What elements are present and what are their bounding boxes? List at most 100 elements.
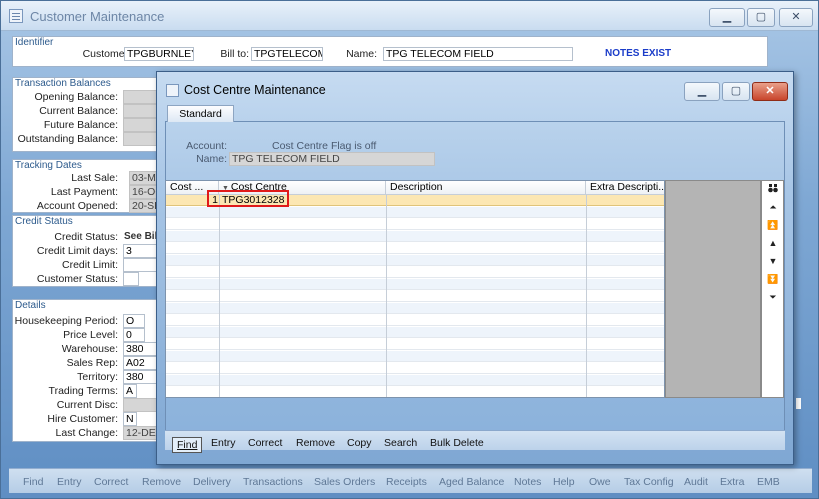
main-title: Customer Maintenance (30, 9, 165, 24)
menu-owe[interactable]: Owe (589, 476, 611, 488)
close-button[interactable]: ✕ (779, 8, 813, 27)
highlight-box (207, 190, 289, 207)
billto-field[interactable]: TPGTELECOM (251, 47, 323, 61)
territory-label: Territory: (77, 371, 118, 383)
tracking-dates-label: Tracking Dates (15, 160, 86, 171)
menu-find[interactable]: Find (23, 476, 43, 488)
table-row[interactable] (166, 291, 664, 302)
name-label: Name: (346, 48, 377, 60)
page-up-icon[interactable]: ⏫ (767, 219, 779, 231)
col-description[interactable]: Description (386, 181, 586, 195)
tab-standard[interactable]: Standard (167, 105, 234, 122)
credit-status-panel: Credit Status Credit Status: Credit Limi… (12, 215, 163, 287)
housekeeping-period-field[interactable]: O (123, 314, 145, 328)
minimize-button[interactable]: ▁ (709, 8, 745, 27)
billto-label: Bill to: (220, 48, 249, 60)
cost-centre-flag-text: Cost Centre Flag is off (272, 140, 377, 152)
trading-terms-label: Trading Terms: (48, 385, 118, 397)
outstanding-balance-label: Outstanding Balance: (17, 133, 118, 145)
menu-notes[interactable]: Notes (514, 476, 541, 488)
customer-field[interactable]: TPGBURNLEY (124, 47, 194, 61)
last-change-label: Last Change: (55, 427, 118, 439)
col-divider (386, 195, 387, 397)
bulk-delete-button[interactable]: Bulk Delete (430, 437, 484, 449)
hire-customer-field[interactable]: N (123, 412, 137, 426)
notes-exist-indicator[interactable]: NOTES EXIST (605, 48, 671, 59)
table-row[interactable] (166, 243, 664, 254)
col-extra-description[interactable]: Extra Descripti... (586, 181, 664, 195)
identifier-section-label: Identifier (15, 37, 58, 48)
dialog-name-label: Name: (196, 153, 227, 165)
page-down-icon[interactable]: ⏬ (767, 273, 779, 285)
entry-button[interactable]: Entry (211, 437, 236, 449)
dialog-minimize-button[interactable]: ▁ (684, 82, 720, 101)
identifier-panel: Identifier Customer: TPGBURNLEY Bill to:… (12, 36, 768, 67)
account-opened-label: Account Opened: (36, 200, 118, 212)
scroll-marker (796, 398, 801, 409)
housekeeping-period-label: Housekeeping Period: (14, 315, 118, 327)
credit-limit-label: Credit Limit: (61, 259, 118, 271)
menu-remove[interactable]: Remove (142, 476, 181, 488)
trading-terms-field[interactable]: A (123, 384, 137, 398)
table-row[interactable] (166, 303, 664, 314)
menu-emb[interactable]: EMB (757, 476, 780, 488)
table-row[interactable] (166, 231, 664, 242)
up-icon[interactable]: ▲ (767, 237, 779, 249)
warehouse-label: Warehouse: (61, 343, 118, 355)
copy-button[interactable]: Copy (347, 437, 372, 449)
table-row[interactable] (166, 219, 664, 230)
table-row[interactable] (166, 351, 664, 362)
table-row[interactable] (166, 255, 664, 266)
menu-delivery[interactable]: Delivery (193, 476, 231, 488)
navigation-column: ⏶ ⏫ ▲ ▼ ⏬ ⏷ (761, 180, 784, 398)
table-row[interactable] (166, 267, 664, 278)
menu-aged-balance[interactable]: Aged Balance (439, 476, 504, 488)
credit-status-label: Credit Status (15, 216, 77, 227)
transaction-balances-label: Transaction Balances (15, 78, 115, 89)
remove-button[interactable]: Remove (296, 437, 335, 449)
find-button[interactable]: Find (172, 437, 203, 453)
down-icon[interactable]: ▼ (767, 255, 779, 267)
menu-correct[interactable]: Correct (94, 476, 128, 488)
customer-status-field[interactable] (123, 272, 139, 286)
table-row[interactable] (166, 207, 664, 218)
menu-audit[interactable]: Audit (684, 476, 708, 488)
menu-extra[interactable]: Extra (720, 476, 745, 488)
menu-sales-orders[interactable]: Sales Orders (314, 476, 375, 488)
dialog-app-icon (166, 84, 179, 97)
dialog-close-button[interactable]: ✕ (752, 82, 788, 101)
grid-empty-area (665, 180, 761, 398)
table-row[interactable] (166, 375, 664, 386)
main-titlebar: Customer Maintenance ▁ ▢ ✕ (1, 1, 818, 31)
table-row[interactable] (166, 279, 664, 290)
menu-transactions[interactable]: Transactions (243, 476, 303, 488)
name-field[interactable]: TPG TELECOM FIELD (383, 47, 573, 61)
menu-help[interactable]: Help (553, 476, 575, 488)
find-label: Find (177, 439, 198, 451)
future-balance-label: Future Balance: (43, 119, 118, 131)
last-icon[interactable]: ⏷ (767, 291, 779, 303)
table-row[interactable] (166, 363, 664, 374)
price-level-field[interactable]: 0 (123, 328, 145, 342)
menu-receipts[interactable]: Receipts (386, 476, 427, 488)
dialog-name-field: TPG TELECOM FIELD (229, 152, 435, 166)
search-button[interactable]: Search (384, 437, 417, 449)
dialog-title: Cost Centre Maintenance (184, 83, 326, 97)
table-row[interactable] (166, 315, 664, 326)
table-row[interactable] (166, 327, 664, 338)
details-panel: Details Housekeeping Period: Price Level… (12, 299, 163, 442)
binoculars-icon[interactable] (767, 184, 779, 196)
dialog-maximize-button[interactable]: ▢ (722, 82, 750, 101)
table-row[interactable] (166, 339, 664, 350)
col-divider (586, 195, 587, 397)
credit-status-value: See Bil (124, 231, 158, 242)
details-label: Details (15, 300, 50, 311)
first-icon[interactable]: ⏶ (767, 201, 779, 213)
table-row[interactable] (166, 387, 664, 397)
menu-tax-config[interactable]: Tax Config (624, 476, 674, 488)
correct-button[interactable]: Correct (248, 437, 282, 449)
bottom-menu-bar: Find Entry Correct Remove Delivery Trans… (9, 468, 812, 493)
current-balance-label: Current Balance: (39, 105, 118, 117)
menu-entry[interactable]: Entry (57, 476, 82, 488)
maximize-button[interactable]: ▢ (747, 8, 775, 27)
